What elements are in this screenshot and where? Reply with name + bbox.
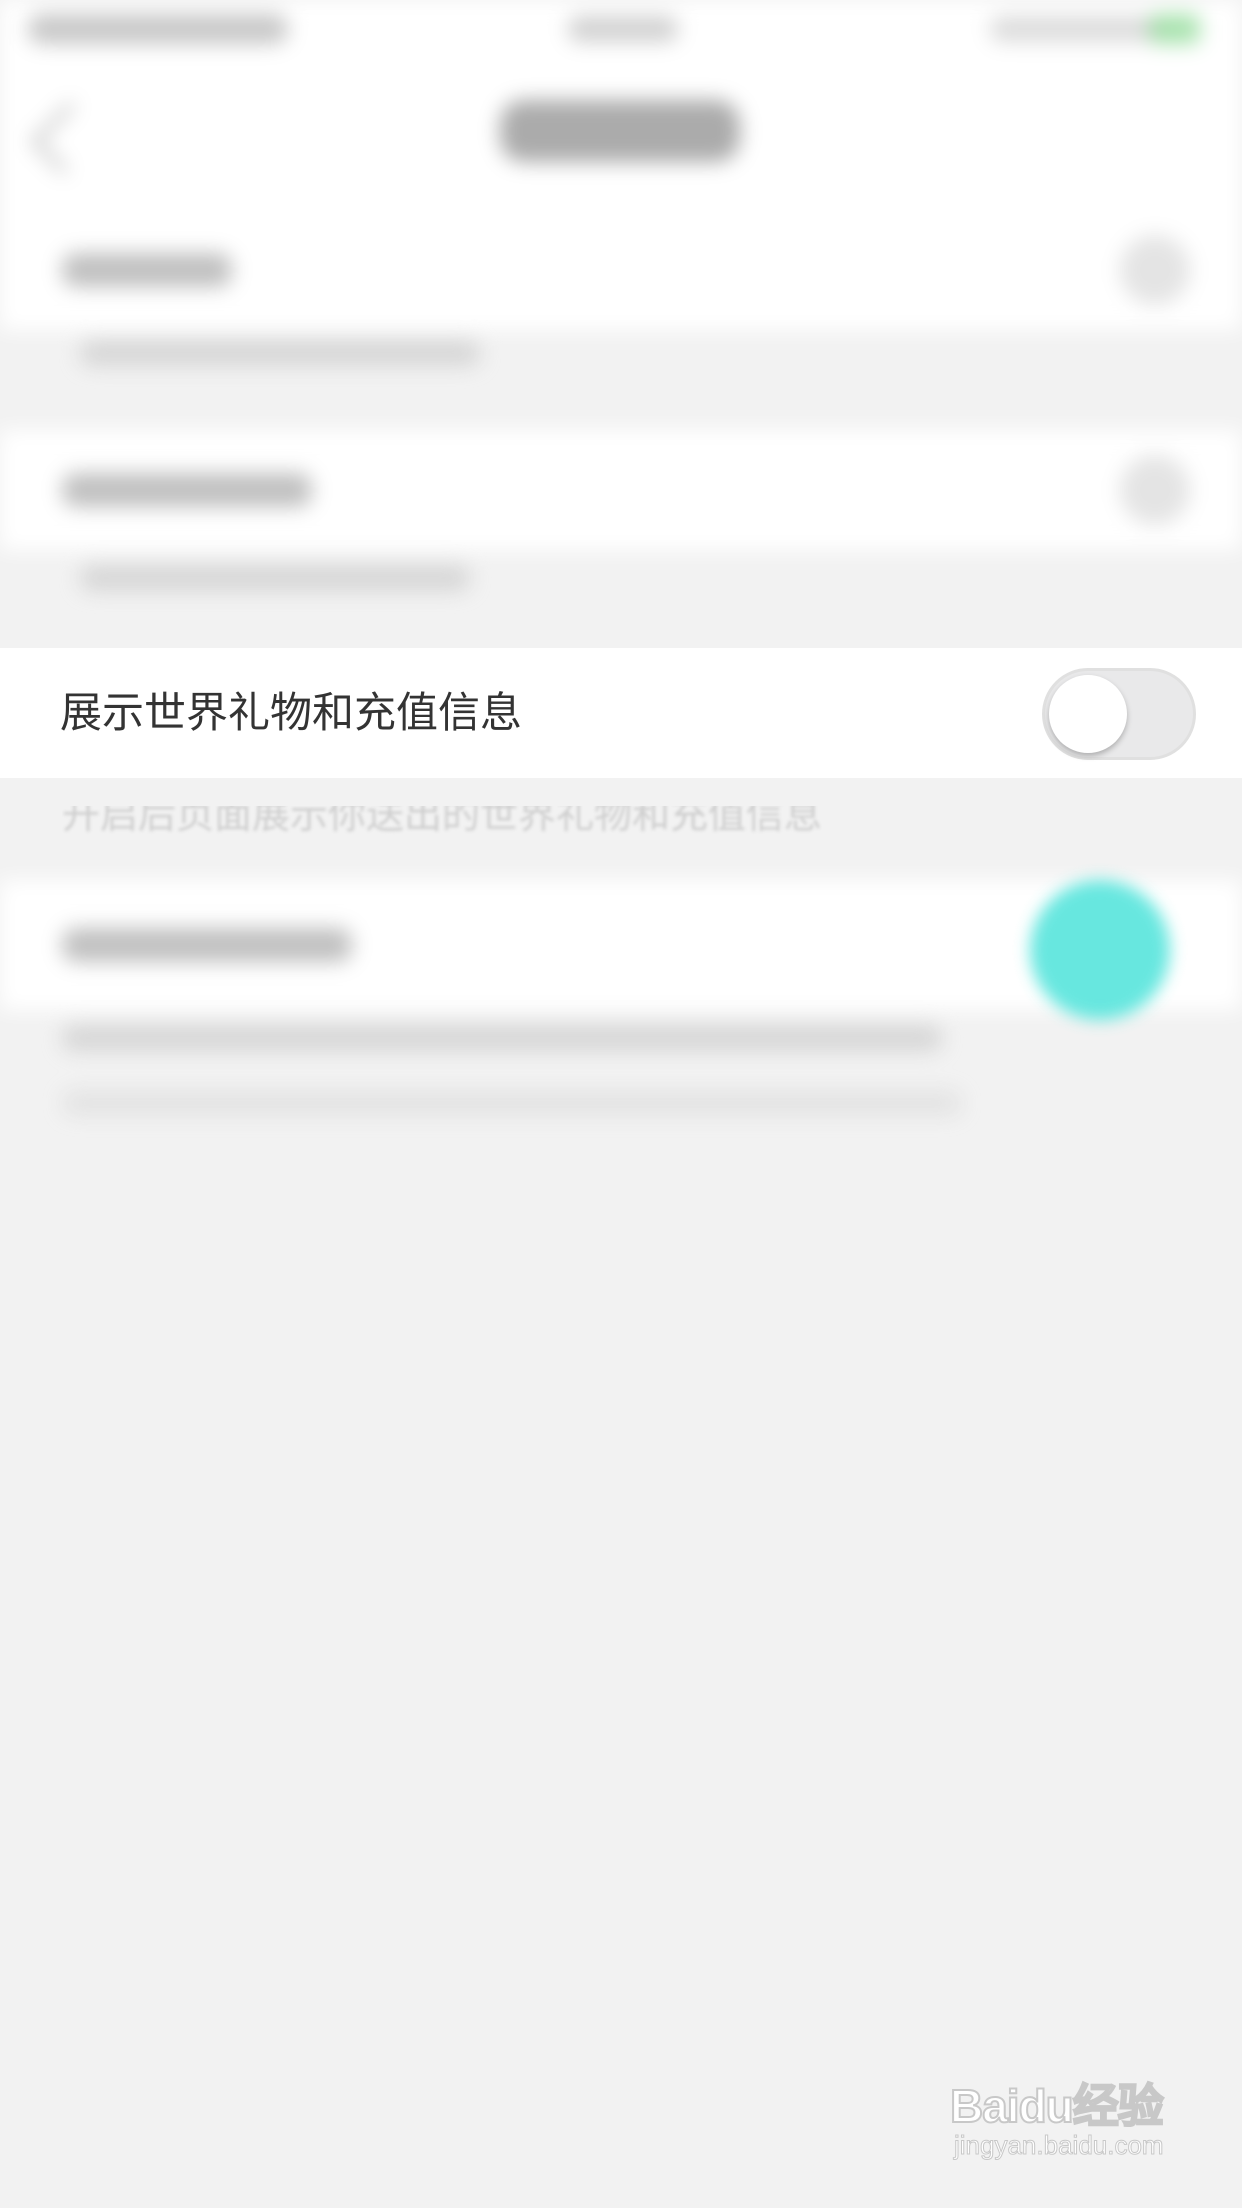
accent-toggle-icon — [1030, 880, 1170, 1020]
status-bar — [0, 0, 1242, 60]
blurred-description — [80, 565, 470, 591]
blurred-background — [0, 0, 1242, 1240]
status-carrier — [28, 14, 288, 44]
watermark-url: jingyan.baidu.com — [954, 2130, 1165, 2161]
blurred-description — [80, 340, 480, 366]
setting-label: 展示世界礼物和充值信息 — [60, 688, 523, 737]
watermark-brand: Baidu经验 — [949, 2079, 1165, 2133]
show-gifts-toggle[interactable] — [1042, 668, 1196, 760]
status-time — [568, 16, 678, 42]
toggle-knob — [1049, 675, 1127, 753]
blurred-setting-row-1 — [0, 210, 1242, 330]
blurred-toggle — [1120, 455, 1190, 525]
battery-icon — [1150, 14, 1200, 44]
blurred-row-label — [62, 928, 352, 962]
back-arrow-icon[interactable] — [30, 101, 104, 175]
blurred-setting-row-2 — [0, 430, 1242, 550]
blurred-description — [62, 1025, 942, 1051]
blurred-row-label — [62, 473, 312, 507]
blurred-row-label — [62, 253, 232, 287]
watermark: Baidu经验 jingyan.baidu.com — [949, 2070, 1190, 2180]
navigation-bar — [0, 60, 1242, 210]
setting-row-show-gifts[interactable]: 展示世界礼物和充值信息 — [0, 648, 1242, 778]
blurred-toggle — [1120, 235, 1190, 305]
page-title — [500, 100, 740, 162]
status-indicators — [990, 16, 1160, 42]
blurred-description — [62, 1090, 962, 1116]
